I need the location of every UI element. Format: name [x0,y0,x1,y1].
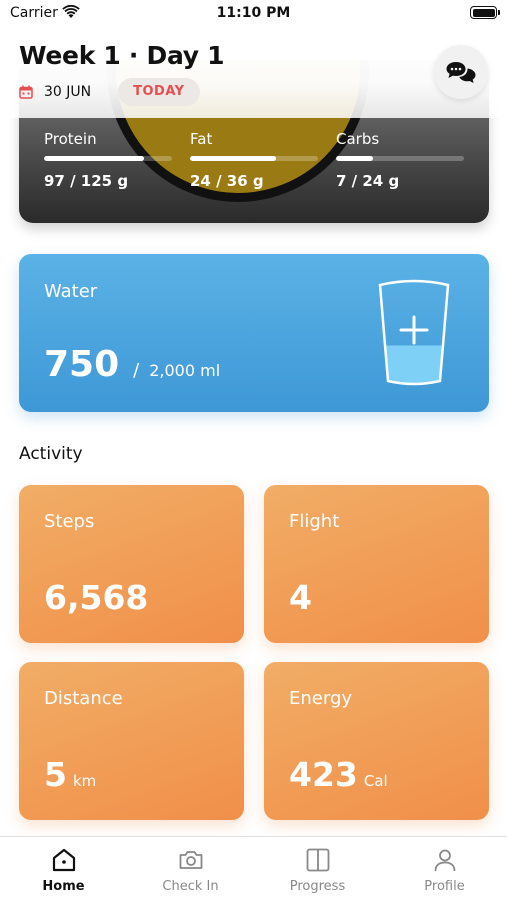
tab-label: Check In [162,879,219,894]
macro-progress-track [190,156,318,161]
macro-protein: Protein 97 / 125 g [44,130,174,190]
today-badge[interactable]: TODAY [118,78,200,106]
person-icon [434,849,455,872]
water-amount: 750 / 2,000 ml [44,344,220,385]
date-label[interactable]: 30 JUN [44,84,91,100]
activity-tile-steps[interactable]: Steps 6,568 [19,485,244,643]
macro-value: 97 / 125 g [44,172,129,190]
macro-value: 24 / 36 g [190,172,264,190]
page-title: Week 1 · Day 1 [19,41,225,70]
progress-icon [306,848,329,872]
tab-label: Profile [424,879,465,894]
tile-number: 6,568 [44,578,149,617]
macro-progress-bar [190,156,276,161]
tab-bar: Home Check In Progress Profile [0,836,507,900]
macro-progress-track [336,156,464,161]
tab-profile[interactable]: Profile [381,837,507,900]
tile-number: 4 [289,578,312,617]
tile-number: 423 [289,755,358,794]
macro-label: Carbs [336,130,380,148]
tab-check-in[interactable]: Check In [127,837,254,900]
date-row: 30 JUN TODAY [19,78,200,106]
tab-home[interactable]: Home [0,837,127,900]
tile-label: Distance [44,688,123,709]
water-goal: 2,000 ml [149,361,221,380]
add-water-glass-icon[interactable] [376,279,452,389]
water-separator: / [133,360,140,381]
tile-number: 5 [44,755,67,794]
battery-icon [470,6,500,19]
tile-value: 6,568 [44,578,154,617]
macro-progress-bar [44,156,144,161]
tile-value: 5 km [44,755,96,794]
water-card[interactable]: Water 750 / 2,000 ml [19,254,489,412]
macro-progress-track [44,156,172,161]
tab-progress[interactable]: Progress [254,837,381,900]
tile-unit: Cal [363,772,388,790]
activity-tile-flight[interactable]: Flight 4 [264,485,489,643]
tile-value: 423 Cal [289,755,388,794]
water-title: Water [44,281,98,302]
tile-unit: km [72,772,97,790]
home-scroll-view[interactable]: Protein 97 / 125 g Fat 24 / 36 g Carbs 7… [0,0,507,836]
activity-tile-energy[interactable]: Energy 423 Cal [264,662,489,820]
tile-label: Energy [289,688,353,709]
macro-carbs: Carbs 7 / 24 g [336,130,466,190]
tab-label: Progress [289,879,346,894]
macro-label: Fat [190,130,213,148]
macro-label: Protein [44,130,97,148]
tile-label: Steps [44,511,95,532]
calendar-icon [19,85,33,99]
tile-value: 4 [289,578,318,617]
camera-icon [179,851,202,869]
macro-progress-bar [336,156,374,161]
clock: 11:10 PM [216,5,291,21]
macro-fat: Fat 24 / 36 g [190,130,320,190]
macro-value: 7 / 24 g [336,172,400,190]
water-current: 750 [44,344,120,385]
activity-section-title: Activity [19,444,83,464]
chat-button[interactable] [434,45,488,99]
tab-label: Home [42,879,85,894]
status-bar: Carrier 11:10 PM [0,0,507,30]
chat-bubbles-icon [446,62,476,83]
activity-tile-distance[interactable]: Distance 5 km [19,662,244,820]
tile-label: Flight [289,511,340,532]
home-icon [52,848,75,872]
